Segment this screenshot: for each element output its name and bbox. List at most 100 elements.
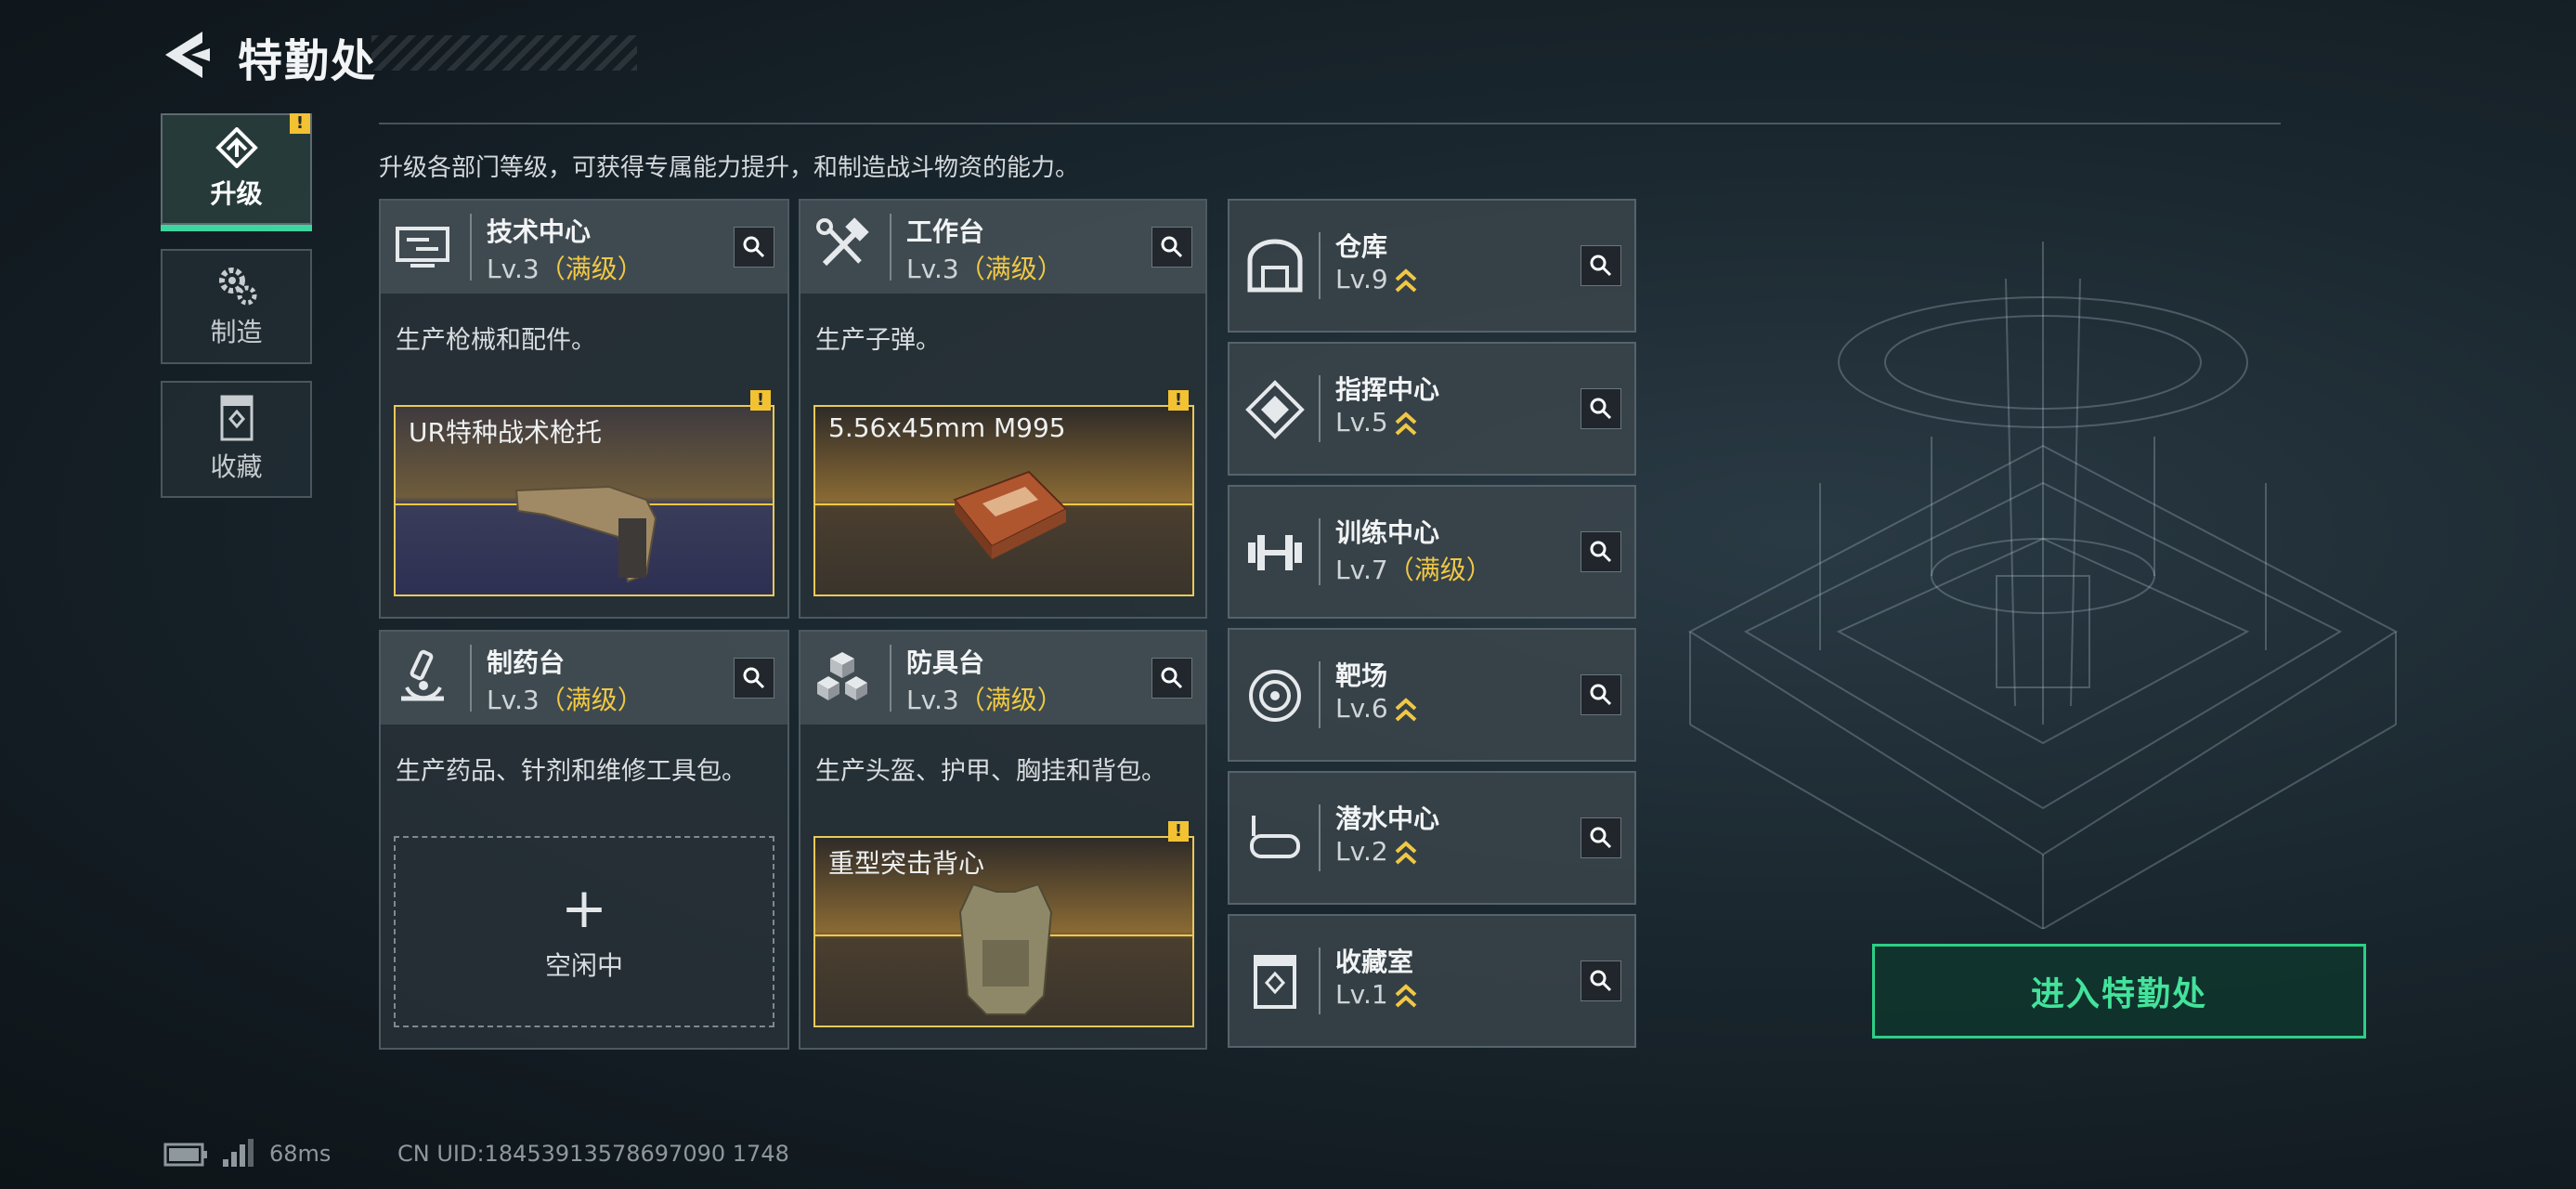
search-button[interactable] — [1581, 960, 1621, 1001]
ammo-box-image — [953, 470, 1068, 559]
subtitle-text: 升级各部门等级，可获得专属能力提升，和制造战斗物资的能力。 — [379, 154, 1080, 182]
dumbbell-icon — [1248, 535, 1302, 570]
search-icon — [1590, 541, 1612, 563]
max-level-tag: （满级） — [958, 685, 1063, 715]
uid-text: CN UID:18453913578697090 1748 — [397, 1141, 789, 1167]
target-icon — [1249, 670, 1301, 722]
upgradable-chevron-icon — [1395, 984, 1417, 1008]
card-title: 仓库 — [1335, 231, 1388, 262]
card-level: Lv.3（满级） — [906, 680, 1063, 717]
level-value: Lv.7 — [1335, 555, 1388, 585]
card-pharmacy[interactable]: 制药台 Lv.3（满级） 生产药品、针剂和维修工具包。 + 空闲中 — [379, 630, 789, 1050]
monitor-icon — [396, 227, 449, 268]
card-header: 技术中心 Lv.3（满级） — [381, 201, 787, 294]
card-level: Lv.3（满级） — [487, 680, 644, 717]
card-separator — [890, 645, 891, 712]
card-title: 指挥中心 — [1335, 374, 1440, 405]
card-command-center[interactable]: 指挥中心 Lv.5 — [1228, 342, 1636, 476]
card-title: 训练中心 — [1335, 517, 1440, 548]
upgradable-chevron-icon — [1395, 268, 1417, 293]
card-workbench[interactable]: 工作台 Lv.3（满级） 生产子弹。 5.56x45mm M995 ! — [799, 199, 1207, 619]
search-button[interactable] — [734, 658, 774, 699]
warehouse-icon — [1247, 239, 1303, 293]
search-button[interactable] — [734, 227, 774, 268]
search-icon — [1161, 667, 1183, 689]
cubes-icon — [817, 652, 867, 700]
microscope-icon — [401, 649, 444, 701]
card-level: Lv.3（满级） — [906, 249, 1063, 286]
card-separator — [1319, 375, 1321, 442]
card-separator — [1319, 804, 1321, 871]
slot-warning-icon: ! — [750, 390, 771, 411]
level-value: Lv.3 — [906, 254, 959, 284]
card-level: Lv.3（满级） — [487, 249, 644, 286]
card-separator — [1319, 947, 1321, 1014]
search-icon — [1161, 236, 1183, 258]
rifle-stock-image — [514, 485, 657, 583]
gear-icon — [218, 268, 256, 306]
card-level: Lv.2 — [1335, 836, 1418, 867]
search-button[interactable] — [1581, 245, 1621, 286]
card-level: Lv.9 — [1335, 264, 1418, 294]
card-title: 潜水中心 — [1335, 804, 1440, 834]
level-value: Lv.2 — [1335, 836, 1388, 867]
battery-icon — [163, 1143, 207, 1167]
card-title: 制药台 — [487, 647, 566, 678]
empty-slot-label: 空闲中 — [544, 950, 623, 981]
command-emblem-icon — [1245, 380, 1305, 439]
card-tech-center[interactable]: 技术中心 Lv.3（满级） 生产枪械和配件。 UR特种战术枪托 ! — [379, 199, 789, 619]
search-button[interactable] — [1151, 227, 1192, 268]
search-icon — [1590, 255, 1612, 277]
search-button[interactable] — [1581, 674, 1621, 715]
card-level: Lv.1 — [1335, 979, 1418, 1010]
ping-text: 68ms — [269, 1141, 332, 1167]
collection-icon — [220, 395, 253, 441]
diving-mask-icon — [1250, 816, 1300, 858]
card-warehouse[interactable]: 仓库 Lv.9 — [1228, 199, 1636, 333]
upgradable-chevron-icon — [1395, 698, 1417, 722]
card-description: 生产子弹。 — [815, 326, 941, 355]
nav-collection[interactable]: 收藏 — [161, 381, 312, 498]
enter-special-ops-button[interactable]: 进入特勤处 — [1872, 944, 2366, 1039]
card-shooting-range[interactable]: 靶场 Lv.6 — [1228, 628, 1636, 762]
search-icon — [743, 236, 765, 258]
search-icon — [743, 667, 765, 689]
empty-slot[interactable]: + 空闲中 — [394, 836, 774, 1027]
max-level-tag: （满级） — [539, 685, 644, 715]
card-title: 技术中心 — [487, 216, 592, 247]
card-description: 生产药品、针剂和维修工具包。 — [396, 757, 747, 786]
card-separator — [470, 214, 472, 281]
search-icon — [1590, 398, 1612, 420]
production-slot[interactable]: 重型突击背心 — [813, 836, 1194, 1027]
nav-active-indicator — [161, 225, 312, 231]
nav-upgrade-label: 升级 — [210, 178, 263, 209]
nav-upgrade-warning-icon: ! — [290, 113, 310, 134]
card-collection-room[interactable]: 收藏室 Lv.1 — [1228, 914, 1636, 1048]
level-value: Lv.3 — [906, 685, 959, 715]
back-button[interactable] — [160, 28, 215, 82]
level-value: Lv.5 — [1335, 407, 1388, 438]
search-button[interactable] — [1581, 531, 1621, 572]
production-slot[interactable]: 5.56x45mm M995 — [813, 405, 1194, 596]
nav-collection-label: 收藏 — [210, 451, 263, 482]
nav-craft-label: 制造 — [210, 317, 263, 347]
card-description: 生产枪械和配件。 — [396, 326, 596, 355]
divider-line — [379, 123, 2281, 124]
signal-icon — [223, 1139, 254, 1167]
card-training-center[interactable]: 训练中心 Lv.7（满级） — [1228, 485, 1636, 619]
slot-warning-icon: ! — [1168, 390, 1189, 411]
card-header: 防具台 Lv.3（满级） — [800, 632, 1205, 725]
nav-craft[interactable]: 制造 — [161, 249, 312, 364]
level-value: Lv.6 — [1335, 693, 1388, 724]
card-diving-center[interactable]: 潜水中心 Lv.2 — [1228, 771, 1636, 905]
card-armor-bench[interactable]: 防具台 Lv.3（满级） 生产头盔、护甲、胸挂和背包。 重型突击背心 ! — [799, 630, 1207, 1050]
upgradable-chevron-icon — [1395, 412, 1417, 436]
search-button[interactable] — [1581, 388, 1621, 429]
card-description: 生产头盔、护甲、胸挂和背包。 — [815, 757, 1166, 786]
production-slot[interactable]: UR特种战术枪托 — [394, 405, 774, 596]
card-level: Lv.7（满级） — [1335, 550, 1492, 587]
search-icon — [1590, 970, 1612, 992]
search-button[interactable] — [1151, 658, 1192, 699]
search-button[interactable] — [1581, 817, 1621, 858]
level-value: Lv.3 — [487, 685, 540, 715]
